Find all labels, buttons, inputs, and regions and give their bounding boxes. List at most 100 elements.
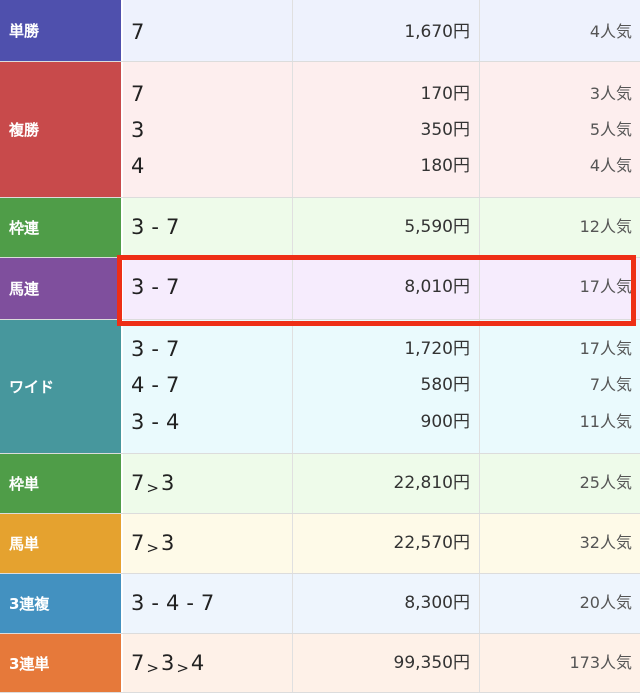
bet-type-label: ワイド (0, 320, 123, 453)
horse-number: 3 (131, 591, 146, 615)
row-wakutan: 枠単 7>3 22,810円 25人気 (0, 454, 640, 514)
payout-cell: 170円 350円 180円 (293, 62, 480, 197)
separator-dash: - (151, 275, 160, 299)
horse-number: 3 (160, 531, 176, 555)
combination-cell: 3-74-73-4 (123, 320, 293, 453)
popularity-rank: 3人気 (589, 84, 632, 103)
popularity-rank: 32人気 (579, 533, 632, 552)
popularity-cell: 32人気 (480, 514, 640, 573)
combination: 3-7 (123, 209, 292, 245)
combination: 3 (123, 112, 292, 148)
bet-type-label: 馬連 (0, 258, 123, 319)
popularity-cell: 3人気 5人気 4人気 (480, 62, 640, 197)
bet-type-label: 3連複 (0, 574, 123, 633)
payout-amount: 350円 (420, 120, 470, 140)
payout-amount: 22,810円 (393, 473, 470, 493)
horse-number: 7 (131, 651, 146, 675)
separator-dash: - (151, 591, 160, 615)
separator-dash: - (151, 410, 160, 434)
combination-cell: 7>3 (123, 514, 293, 573)
payout-amount: 580円 (420, 375, 470, 395)
payout-cell: 99,350円 (293, 634, 480, 692)
row-tansho: 単勝 7 1,670円 4人気 (0, 0, 640, 62)
payout-cell: 5,590円 (293, 198, 480, 257)
bet-type-label: 枠連 (0, 198, 123, 257)
payout-amount: 1,720円 (404, 339, 470, 359)
combination: 7 (123, 14, 292, 50)
order-arrow: > (146, 539, 160, 557)
bet-type-label: 単勝 (0, 0, 123, 61)
payout-cell: 1,670円 (293, 0, 480, 61)
combination: 4 (123, 148, 292, 184)
combination: 7>3>4 (123, 645, 292, 681)
popularity-cell: 25人気 (480, 454, 640, 513)
popularity-rank: 7人気 (589, 375, 632, 394)
combination-cell: 3-7 (123, 258, 293, 319)
horse-number: 4 (165, 410, 181, 434)
row-fukusho: 複勝 7 3 4 170円 350円 180円 3人気 5人気 4人気 (0, 62, 640, 198)
payout-cell: 22,570円 (293, 514, 480, 573)
combination-cell: 3-4-7 (123, 574, 293, 633)
bet-type-label: 馬単 (0, 514, 123, 573)
payout-amount: 8,300円 (404, 593, 470, 613)
popularity-rank: 4人気 (589, 156, 632, 175)
horse-number: 4 (190, 651, 206, 675)
popularity-rank: 17人気 (579, 277, 632, 296)
payout-amount: 8,010円 (404, 277, 470, 297)
payout-cell: 8,010円 (293, 258, 480, 319)
combination: 7>3 (123, 465, 292, 501)
combination: 3-4-7 (123, 585, 292, 621)
popularity-rank: 4人気 (589, 22, 632, 41)
horse-number: 7 (165, 337, 181, 361)
horse-number: 3 (131, 337, 146, 361)
payout-cell: 1,720円 580円 900円 (293, 320, 480, 453)
payout-table: 単勝 7 1,670円 4人気 複勝 7 3 4 170円 350円 180円 3人気 5人気 4人気 枠連… (0, 0, 640, 693)
horse-number: 7 (131, 531, 146, 555)
payout-amount: 22,570円 (393, 533, 470, 553)
popularity-rank: 20人気 (579, 593, 632, 612)
horse-number: 3 (160, 471, 176, 495)
order-arrow: > (146, 479, 160, 497)
combination: 3-7 (123, 269, 292, 305)
popularity-cell: 12人気 (480, 198, 640, 257)
combination-cell: 7 (123, 0, 293, 61)
popularity-rank: 173人気 (569, 653, 632, 672)
order-arrow: > (146, 659, 160, 677)
horse-number: 3 (160, 651, 176, 675)
combination-cell: 7 3 4 (123, 62, 293, 197)
row-umaren: 馬連 3-7 8,010円 17人気 (0, 258, 640, 320)
payout-amount: 99,350円 (393, 653, 470, 673)
row-wide: ワイド 3-7 4-7 3-4 1,720円 580円 900円 17人気 7人気 11人気 (0, 320, 640, 454)
payout-amount: 1,670円 (404, 22, 470, 42)
bet-type-label: 複勝 (0, 62, 123, 197)
horse-number: 3 (131, 275, 146, 299)
bet-type-label: 枠単 (0, 454, 123, 513)
horse-number: 3 (131, 118, 146, 142)
payout-amount: 900円 (420, 412, 470, 432)
horse-number: 4 (131, 373, 146, 397)
combination-cell: 7>3 (123, 454, 293, 513)
popularity-cell: 4人気 (480, 0, 640, 61)
payout-amount: 180円 (420, 156, 470, 176)
popularity-cell: 20人気 (480, 574, 640, 633)
bet-type-label: 3連単 (0, 634, 123, 692)
horse-number: 7 (165, 215, 181, 239)
separator-dash: - (151, 373, 160, 397)
horse-number: 7 (165, 275, 181, 299)
horse-number: 3 (131, 215, 146, 239)
row-umatan: 馬単 7>3 22,570円 32人気 (0, 514, 640, 574)
horse-number: 7 (131, 20, 146, 44)
horse-number: 3 (131, 410, 146, 434)
horse-number: 4 (131, 154, 146, 178)
horse-number: 7 (131, 82, 146, 106)
popularity-rank: 17人気 (579, 339, 632, 358)
popularity-rank: 11人気 (579, 412, 632, 431)
horse-number: 7 (200, 591, 216, 615)
horse-number: 7 (131, 471, 146, 495)
order-arrow: > (176, 659, 190, 677)
combination: 7 (123, 76, 292, 112)
payout-cell: 8,300円 (293, 574, 480, 633)
payout-amount: 5,590円 (404, 217, 470, 237)
popularity-rank: 25人気 (579, 473, 632, 492)
payout-amount: 170円 (420, 84, 470, 104)
